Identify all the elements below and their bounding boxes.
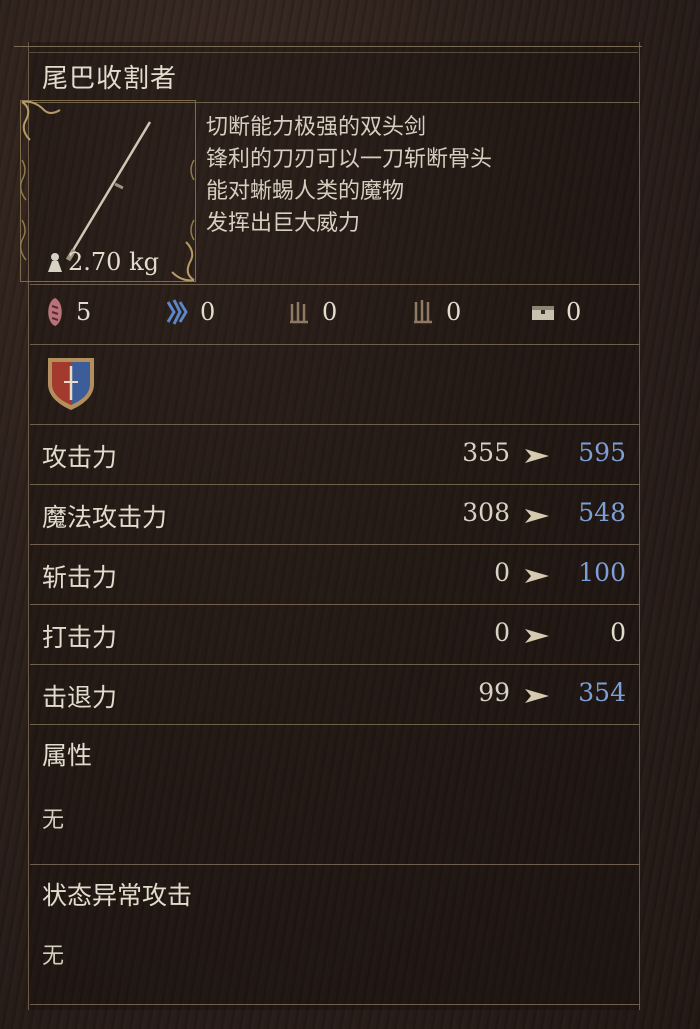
requirement-intelligence: 0 [164,296,215,328]
stat-label: 斩击力 [42,563,118,592]
weight-icon [48,253,62,272]
divider [30,544,640,545]
requirement-value: 0 [566,298,582,326]
requirement-strength: 5 [44,296,91,328]
stat-new-value: 354 [578,678,626,707]
requirement-faith: 0 [286,296,337,328]
arrow-right-icon [525,449,549,463]
item-weight: 2.70 kg [68,248,159,276]
stat-label: 魔法攻击力 [42,503,168,532]
element-value: 无 [42,808,65,833]
element-label: 属性 [42,741,93,770]
item-description: 切断能力极强的双头剑 锋利的刀刃可以一刀斩断骨头 能对蜥蜴人类的魔物 发挥出巨大… [206,112,492,240]
divider [14,46,642,47]
divider [30,864,640,865]
divider [30,284,640,285]
divider [30,424,640,425]
stat-current-value: 0 [494,618,510,647]
stat-new-value: 0 [610,618,626,647]
arrow-right-icon [525,569,549,583]
status-ailment-value: 无 [42,944,65,969]
description-line: 发挥出巨大威力 [206,211,361,236]
description-line: 切断能力极强的双头剑 [206,115,427,140]
divider [30,604,640,605]
divider [30,724,640,725]
stat-label: 攻击力 [42,443,118,472]
divider [28,52,638,53]
requirement-value: 0 [200,298,216,326]
requirement-storage: 0 [530,296,581,328]
stat-current-value: 308 [462,498,510,527]
requirement-value: 0 [322,298,338,326]
arrow-right-icon [525,509,549,523]
vocation-shield-icon [48,358,94,410]
requirement-value: 0 [446,298,462,326]
divider [30,344,640,345]
faith-requirement-icon [290,302,308,324]
stat-new-value: 548 [578,498,626,527]
stat-new-value: 100 [578,558,626,587]
requirement-dexterity: 0 [410,296,461,328]
stat-current-value: 355 [462,438,510,467]
item-name: 尾巴收割者 [42,64,178,94]
arrow-right-icon [525,629,549,643]
stat-new-value: 595 [578,438,626,467]
stat-current-value: 99 [478,678,510,707]
strength-requirement-icon [48,298,62,326]
stat-label: 击退力 [42,683,118,712]
requirements-row: 5 0 0 0 0 [44,296,604,336]
dexterity-requirement-icon [414,300,432,324]
stat-label: 打击力 [42,623,118,652]
divider [30,484,640,485]
status-ailment-label: 状态异常攻击 [42,881,193,910]
storage-chest-icon [532,306,554,320]
requirement-value: 5 [76,298,92,326]
intelligence-requirement-icon [166,299,188,325]
stat-current-value: 0 [494,558,510,587]
divider [30,1004,640,1005]
description-line: 能对蜥蜴人类的魔物 [206,179,405,204]
arrow-right-icon [525,689,549,703]
description-line: 锋利的刀刃可以一刀斩断骨头 [206,147,493,172]
divider [30,664,640,665]
